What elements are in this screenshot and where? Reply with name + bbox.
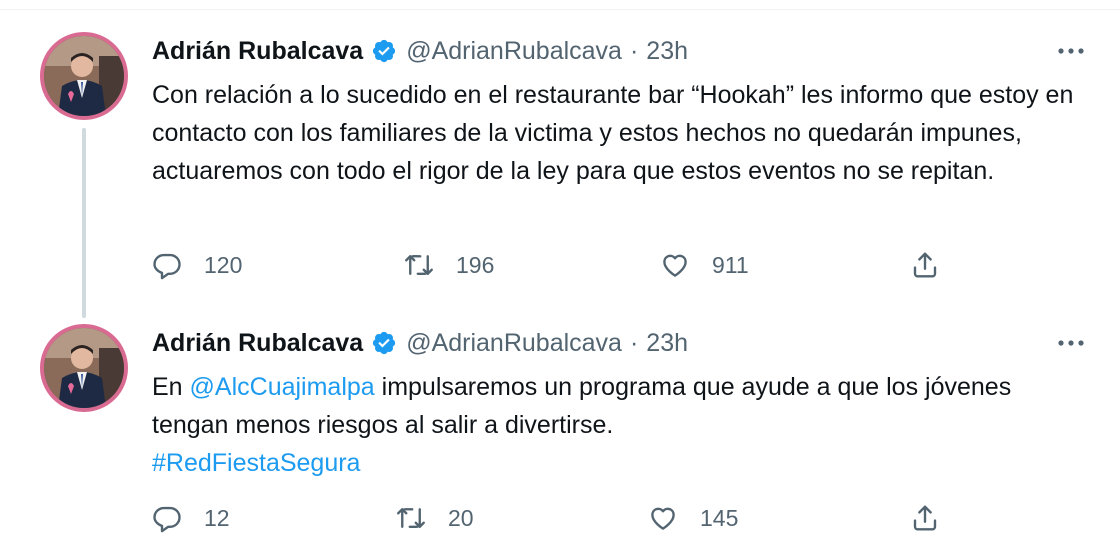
like-icon xyxy=(663,254,687,277)
share-button[interactable] xyxy=(910,501,940,535)
top-divider xyxy=(0,0,1120,10)
tweet-actions: 12 20 145 xyxy=(152,501,952,535)
like-button[interactable]: 145 xyxy=(648,501,738,535)
thread-connector-line xyxy=(82,128,86,318)
reply-icon xyxy=(153,253,181,280)
retweet-icon xyxy=(405,255,433,275)
like-count: 145 xyxy=(700,504,739,531)
reply-button[interactable]: 12 xyxy=(152,501,230,535)
retweet-icon xyxy=(397,508,425,528)
more-options-icon[interactable] xyxy=(1056,38,1086,64)
tweet-header: Adrián Rubalcava @AdrianRubalcava · 23h xyxy=(152,326,688,360)
timestamp[interactable]: 23h xyxy=(646,37,688,66)
share-icon xyxy=(913,505,937,531)
share-button[interactable] xyxy=(910,248,940,282)
like-icon xyxy=(651,507,675,530)
text-prefix: En xyxy=(152,373,190,401)
author-handle[interactable]: @AdrianRubalcava xyxy=(406,329,622,358)
verified-badge-icon xyxy=(371,330,397,356)
like-button[interactable]: 911 xyxy=(660,248,749,282)
like-count: 911 xyxy=(712,251,749,278)
separator-dot: · xyxy=(629,36,639,65)
tweet-1[interactable]: Adrián Rubalcava @AdrianRubalcava · 23h … xyxy=(0,20,1120,318)
mention-link[interactable]: @AlcCuajimalpa xyxy=(190,373,375,401)
tweet-header: Adrián Rubalcava @AdrianRubalcava · 23h xyxy=(152,34,688,68)
reply-count: 12 xyxy=(204,504,230,531)
author-handle[interactable]: @AdrianRubalcava xyxy=(406,37,622,66)
reply-icon xyxy=(153,506,181,533)
retweet-button[interactable]: 196 xyxy=(404,248,494,282)
retweet-count: 196 xyxy=(456,251,495,278)
tweet-text: Con relación a lo sucedido en el restaur… xyxy=(152,81,1074,185)
timestamp[interactable]: 23h xyxy=(646,329,688,358)
more-options-icon[interactable] xyxy=(1056,330,1086,356)
avatar[interactable] xyxy=(40,324,128,412)
verified-badge-icon xyxy=(371,38,397,64)
tweet-text: En @AlcCuajimalpa impulsaremos un progra… xyxy=(152,368,1092,482)
share-icon xyxy=(913,252,937,278)
author-name[interactable]: Adrián Rubalcava xyxy=(152,37,363,66)
separator-dot: · xyxy=(629,328,639,357)
reply-button[interactable]: 120 xyxy=(152,248,242,282)
author-name[interactable]: Adrián Rubalcava xyxy=(152,329,363,358)
retweet-button[interactable]: 20 xyxy=(396,501,474,535)
avatar[interactable] xyxy=(40,32,128,120)
tweet-actions: 120 196 911 xyxy=(152,248,952,282)
retweet-count: 20 xyxy=(448,504,474,531)
hashtag-link[interactable]: #RedFiestaSegura xyxy=(152,449,360,477)
tweet-2[interactable]: Adrián Rubalcava @AdrianRubalcava · 23h … xyxy=(0,312,1120,557)
reply-count: 120 xyxy=(204,251,243,278)
